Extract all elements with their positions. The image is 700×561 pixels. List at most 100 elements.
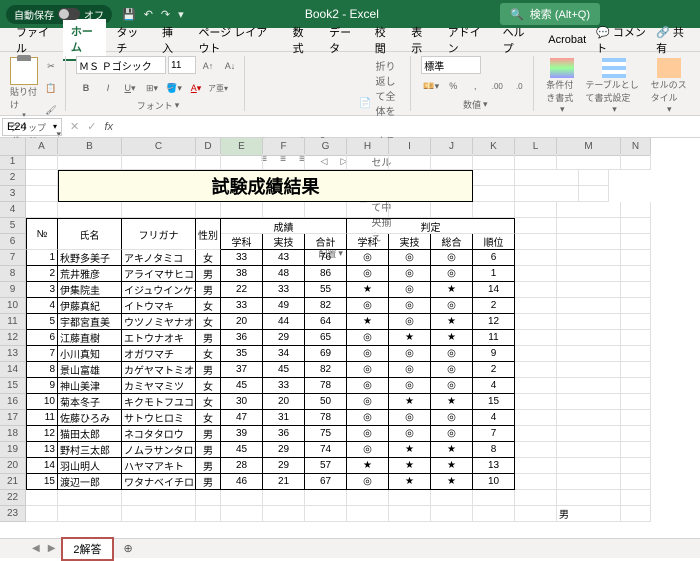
data-jp[interactable]: ★ — [389, 442, 431, 458]
data-rank[interactable]: 14 — [473, 282, 515, 298]
hdr-no[interactable]: № — [26, 218, 58, 250]
data-kana[interactable]: アライマサヒコ — [122, 266, 196, 282]
data-jw[interactable]: ◎ — [347, 378, 389, 394]
cell[interactable] — [621, 506, 651, 522]
hdr-practical[interactable]: 実技 — [263, 234, 305, 250]
cell[interactable] — [515, 394, 557, 410]
data-sex[interactable]: 男 — [196, 442, 221, 458]
data-sex[interactable]: 女 — [196, 314, 221, 330]
cell[interactable] — [305, 490, 347, 506]
data-sex[interactable]: 女 — [196, 298, 221, 314]
data-jw[interactable]: ★ — [347, 282, 389, 298]
data-rank[interactable]: 8 — [473, 442, 515, 458]
dialog-launcher-icon[interactable]: ▾ — [483, 99, 488, 110]
cell[interactable] — [621, 378, 651, 394]
data-jw[interactable]: ◎ — [347, 394, 389, 410]
row-header-1[interactable]: 1 — [0, 154, 26, 170]
data-jo[interactable]: ◎ — [431, 378, 473, 394]
data-name[interactable]: 荒井雅彦 — [58, 266, 122, 282]
data-jo[interactable]: ◎ — [431, 298, 473, 314]
cell[interactable] — [515, 346, 557, 362]
cell[interactable] — [621, 202, 651, 218]
data-sex[interactable]: 男 — [196, 474, 221, 490]
data-no[interactable]: 8 — [26, 362, 58, 378]
cell[interactable] — [515, 266, 557, 282]
sheet-nav-next-icon[interactable]: ▶ — [46, 543, 58, 554]
data-total[interactable]: 86 — [305, 266, 347, 282]
cell[interactable] — [122, 490, 196, 506]
font-size-select[interactable] — [168, 56, 196, 74]
data-kana[interactable]: エトウナオキ — [122, 330, 196, 346]
data-practical[interactable]: 33 — [263, 282, 305, 298]
italic-icon[interactable]: I — [98, 78, 118, 98]
tab-review[interactable]: 校閲 — [367, 20, 401, 60]
data-total[interactable]: 67 — [305, 474, 347, 490]
copy-icon[interactable]: 📋 — [41, 78, 61, 98]
undo-icon[interactable]: ↶ — [144, 8, 153, 21]
cell[interactable] — [557, 266, 621, 282]
data-total[interactable]: 74 — [305, 442, 347, 458]
data-jo[interactable]: ◎ — [431, 426, 473, 442]
data-jp[interactable]: ◎ — [389, 266, 431, 282]
data-written[interactable]: 47 — [221, 410, 263, 426]
cell[interactable] — [196, 202, 221, 218]
data-total[interactable]: 64 — [305, 314, 347, 330]
cell[interactable] — [515, 474, 557, 490]
data-jo[interactable]: ★ — [431, 442, 473, 458]
cell[interactable] — [515, 218, 557, 234]
cell[interactable] — [515, 506, 557, 522]
cell[interactable] — [515, 378, 557, 394]
cell[interactable] — [26, 170, 58, 186]
cell[interactable] — [515, 250, 557, 266]
spreadsheet-grid[interactable]: ABCDEFGHIJKLMN12試験成績結果345№氏名フリガナ性別成績判定6学… — [0, 138, 700, 538]
data-name[interactable]: 伊藤真紀 — [58, 298, 122, 314]
decrease-font-icon[interactable]: A↓ — [220, 56, 240, 76]
cell[interactable] — [557, 202, 621, 218]
cell[interactable] — [26, 186, 58, 202]
cell[interactable] — [473, 170, 515, 186]
cell[interactable] — [557, 378, 621, 394]
data-sex[interactable]: 男 — [196, 458, 221, 474]
cell[interactable] — [58, 490, 122, 506]
decrease-decimal-icon[interactable]: .0 — [509, 76, 529, 96]
data-sex[interactable]: 女 — [196, 410, 221, 426]
data-rank[interactable]: 4 — [473, 410, 515, 426]
cell[interactable] — [305, 506, 347, 522]
redo-icon[interactable]: ↷ — [161, 8, 170, 21]
sheet-nav-prev-icon[interactable]: ◀ — [30, 543, 42, 554]
font-color-icon[interactable]: A▾ — [186, 78, 206, 98]
row-header-8[interactable]: 8 — [0, 266, 26, 282]
cell[interactable] — [557, 218, 621, 234]
data-jo[interactable]: ◎ — [431, 250, 473, 266]
cell[interactable] — [221, 154, 263, 170]
cancel-icon[interactable]: ✕ — [70, 120, 79, 133]
cell[interactable] — [473, 506, 515, 522]
row-header-12[interactable]: 12 — [0, 330, 26, 346]
data-sex[interactable]: 女 — [196, 250, 221, 266]
data-jp[interactable]: ◎ — [389, 250, 431, 266]
row-header-5[interactable]: 5 — [0, 218, 26, 234]
data-written[interactable]: 22 — [221, 282, 263, 298]
cell[interactable] — [26, 490, 58, 506]
comma-icon[interactable]: , — [465, 76, 485, 96]
data-rank[interactable]: 2 — [473, 362, 515, 378]
cell[interactable] — [58, 202, 122, 218]
cell[interactable] — [515, 170, 579, 186]
data-name[interactable]: 野村三太郎 — [58, 442, 122, 458]
data-no[interactable]: 3 — [26, 282, 58, 298]
data-practical[interactable]: 29 — [263, 458, 305, 474]
row-header-7[interactable]: 7 — [0, 250, 26, 266]
cell[interactable] — [515, 202, 557, 218]
fill-color-icon[interactable]: 🪣▾ — [164, 78, 184, 98]
cell[interactable] — [621, 442, 651, 458]
data-written[interactable]: 30 — [221, 394, 263, 410]
border-icon[interactable]: ⊞▾ — [142, 78, 162, 98]
cell[interactable] — [263, 154, 305, 170]
cell[interactable] — [26, 202, 58, 218]
data-no[interactable]: 15 — [26, 474, 58, 490]
cut-icon[interactable]: ✂ — [41, 56, 61, 76]
data-kana[interactable]: ノムラサンタロウ — [122, 442, 196, 458]
increase-font-icon[interactable]: A↑ — [198, 56, 218, 76]
data-rank[interactable]: 10 — [473, 474, 515, 490]
data-written[interactable]: 45 — [221, 442, 263, 458]
